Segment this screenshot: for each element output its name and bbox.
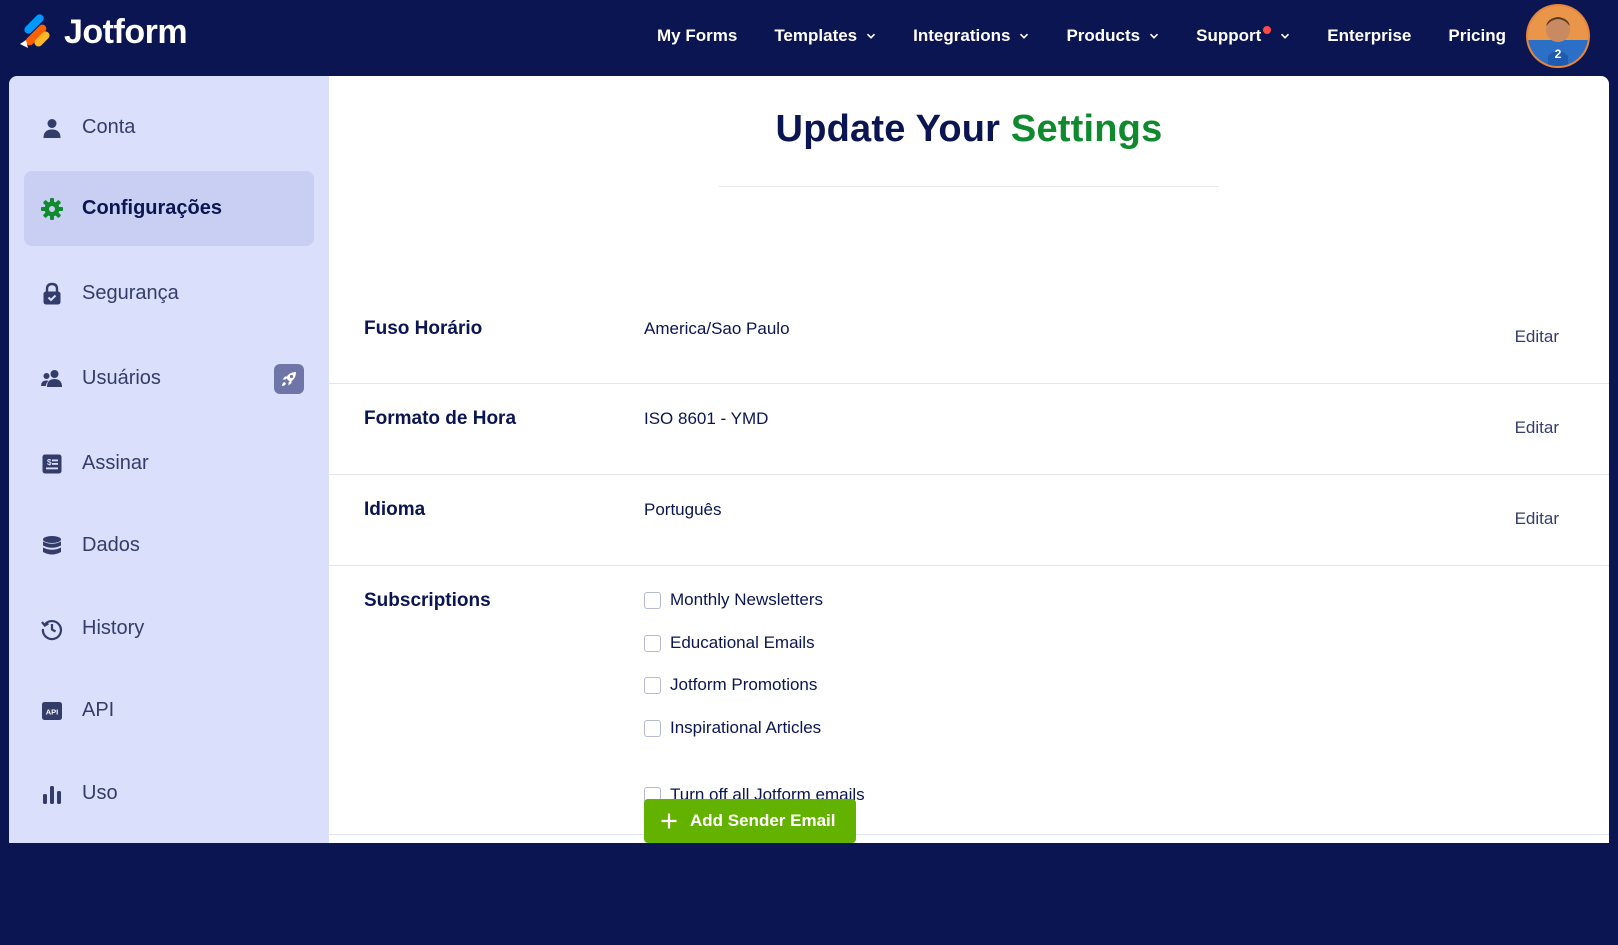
page-title-accent: Settings bbox=[1010, 108, 1163, 150]
checkbox-label: Monthly Newsletters bbox=[670, 590, 824, 609]
sidebar-item-label: History bbox=[82, 617, 145, 639]
nav-templates[interactable]: Templates bbox=[774, 26, 876, 46]
nav-label: Support bbox=[1196, 26, 1262, 45]
rocket-icon bbox=[274, 363, 304, 394]
time-format-row: Formato de Hora ISO 8601 - YMD Editar bbox=[329, 384, 1609, 475]
sidebar-item-label: Uso bbox=[82, 782, 118, 804]
language-label: Idioma bbox=[364, 499, 426, 520]
inspirational-articles-checkbox[interactable]: Inspirational Articles bbox=[644, 718, 821, 738]
sidebar-item-assinar[interactable]: $ Assinar bbox=[24, 426, 314, 501]
sender-emails-label: Sender Emails bbox=[364, 860, 495, 881]
subscriptions-label: Subscriptions bbox=[364, 590, 491, 611]
plus-icon bbox=[661, 813, 677, 829]
lock-icon bbox=[40, 282, 64, 306]
sidebar-item-seguranca[interactable]: Segurança bbox=[24, 256, 314, 331]
sidebar-item-configuracoes[interactable]: Configurações bbox=[24, 171, 314, 246]
chevron-down-icon bbox=[1020, 33, 1029, 39]
checkbox-label: Inspirational Articles bbox=[670, 718, 822, 737]
language-value: Português bbox=[644, 500, 722, 519]
sidebar-item-label: Segurança bbox=[82, 282, 179, 304]
avatar-photo: 2 bbox=[1528, 6, 1588, 66]
checkbox-box[interactable] bbox=[644, 591, 661, 609]
nav-support[interactable]: Support bbox=[1196, 26, 1290, 46]
sidebar-item-label: Configurações bbox=[82, 197, 223, 219]
history-icon bbox=[40, 617, 64, 641]
sidebar-item-conta[interactable]: Conta bbox=[24, 90, 314, 165]
svg-text:$: $ bbox=[47, 458, 52, 467]
top-navigation-bar: Jotform My Forms Templates Integrations … bbox=[0, 0, 1618, 76]
sidebar-item-uso[interactable]: Uso bbox=[24, 756, 314, 831]
monthly-newsletters-checkbox[interactable]: Monthly Newsletters bbox=[644, 590, 823, 610]
main-nav: My Forms Templates Integrations Products… bbox=[620, 0, 1506, 72]
sender-emails-row: Sender Emails bbox=[329, 835, 1609, 945]
sidebar-item-api[interactable]: API API bbox=[24, 673, 314, 748]
sidebar-item-label: Assinar bbox=[82, 452, 149, 474]
nav-label: Templates bbox=[774, 26, 858, 45]
nav-label: Pricing bbox=[1448, 26, 1506, 45]
users-icon bbox=[40, 367, 64, 391]
nav-integrations[interactable]: Integrations bbox=[913, 26, 1029, 46]
settings-content: Update Your Settings Fuso Horário Americ… bbox=[329, 76, 1609, 881]
sidebar-item-label: Usuários bbox=[82, 367, 161, 389]
checkbox-label: Jotform Promotions bbox=[670, 675, 818, 694]
jotform-logo[interactable]: Jotform bbox=[18, 13, 188, 51]
nav-label: Products bbox=[1066, 26, 1141, 45]
nav-enterprise[interactable]: Enterprise bbox=[1327, 26, 1411, 46]
bar-chart-icon bbox=[40, 782, 64, 806]
sidebar-item-history[interactable]: History bbox=[24, 591, 314, 666]
timezone-row: Fuso Horário America/Sao Paulo Editar bbox=[329, 212, 1609, 384]
user-icon bbox=[40, 116, 64, 140]
timezone-label: Fuso Horário bbox=[364, 318, 483, 339]
subscriptions-row: Subscriptions Monthly Newsletters Educat… bbox=[329, 566, 1609, 835]
page-title-prefix: Update Your bbox=[775, 108, 1001, 150]
svg-text:2: 2 bbox=[1555, 47, 1562, 61]
settings-sidebar: Conta Configurações Segurança Usuários $… bbox=[9, 76, 329, 843]
brand-name: Jotform bbox=[64, 13, 188, 51]
title-divider bbox=[719, 186, 1219, 187]
jotform-promotions-checkbox[interactable]: Jotform Promotions bbox=[644, 675, 817, 695]
nav-my-forms[interactable]: My Forms bbox=[657, 26, 737, 46]
jotform-logo-icon bbox=[20, 14, 50, 48]
timezone-edit-link[interactable]: Editar bbox=[1515, 327, 1559, 347]
language-row: Idioma Português Editar bbox=[329, 475, 1609, 566]
gear-icon bbox=[40, 197, 64, 221]
chevron-down-icon bbox=[867, 33, 876, 39]
sidebar-item-label: Dados bbox=[82, 534, 140, 556]
add-sender-email-label: Add Sender Email bbox=[690, 811, 836, 830]
svg-text:API: API bbox=[46, 707, 59, 716]
nav-label: Integrations bbox=[913, 26, 1011, 45]
nav-pricing[interactable]: Pricing bbox=[1448, 26, 1506, 46]
database-icon bbox=[40, 534, 64, 558]
timezone-value: America/Sao Paulo bbox=[644, 319, 790, 338]
checkbox-box[interactable] bbox=[644, 676, 661, 694]
user-avatar[interactable]: 2 bbox=[1528, 6, 1588, 66]
sidebar-item-usuarios[interactable]: Usuários bbox=[24, 341, 314, 416]
time-format-edit-link[interactable]: Editar bbox=[1515, 418, 1559, 438]
sidebar-item-label: API bbox=[82, 699, 115, 721]
nav-label: My Forms bbox=[657, 26, 738, 45]
time-format-value: ISO 8601 - YMD bbox=[644, 409, 769, 428]
nav-label: Enterprise bbox=[1327, 26, 1412, 45]
language-edit-link[interactable]: Editar bbox=[1515, 509, 1559, 529]
chevron-down-icon bbox=[1281, 33, 1290, 39]
invoice-icon: $ bbox=[40, 452, 64, 476]
sidebar-item-label: Conta bbox=[82, 116, 136, 138]
checkbox-label: Educational Emails bbox=[670, 633, 815, 652]
checkbox-box[interactable] bbox=[644, 719, 661, 737]
checkbox-box[interactable] bbox=[644, 634, 661, 652]
nav-products[interactable]: Products bbox=[1066, 26, 1159, 46]
notification-dot bbox=[1263, 26, 1272, 34]
chevron-down-icon bbox=[1150, 33, 1159, 39]
educational-emails-checkbox[interactable]: Educational Emails bbox=[644, 633, 815, 653]
sidebar-item-dados[interactable]: Dados bbox=[24, 508, 314, 583]
api-icon: API bbox=[40, 699, 64, 723]
time-format-label: Formato de Hora bbox=[364, 408, 517, 429]
add-sender-email-button[interactable]: Add Sender Email bbox=[644, 799, 856, 843]
page-title: Update Your Settings bbox=[329, 108, 1609, 151]
